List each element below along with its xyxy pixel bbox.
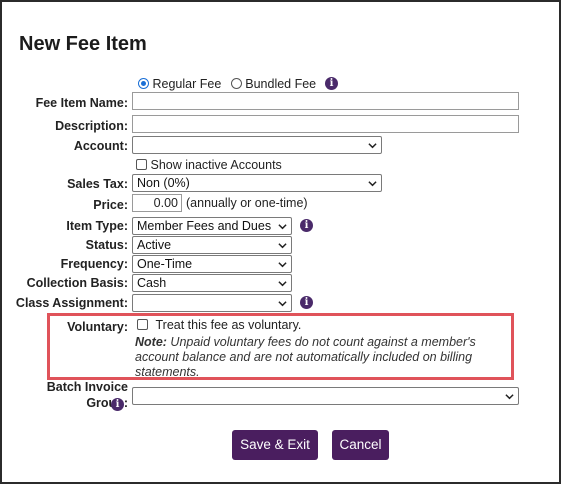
frequency-select[interactable]: One-Time (132, 255, 292, 273)
batch-invoice-group-select[interactable] (132, 387, 519, 405)
batch-invoice-label-line1: Batch Invoice (46, 380, 128, 394)
account-label: Account: (73, 139, 128, 153)
class-assignment-label: Class Assignment: (15, 296, 128, 310)
description-input[interactable] (132, 115, 519, 133)
price-input[interactable]: 0.00 (132, 194, 182, 212)
frequency-select-value: One-Time (137, 257, 193, 271)
save-exit-button[interactable]: Save & Exit (232, 430, 318, 460)
status-label: Status: (85, 238, 128, 252)
chevron-down-icon (278, 224, 287, 230)
chevron-down-icon (278, 281, 287, 287)
price-hint: (annually or one-time) (186, 196, 308, 210)
fee-item-name-input[interactable] (132, 92, 519, 110)
account-select[interactable] (132, 136, 382, 154)
page-title: New Fee Item (19, 33, 147, 55)
description-label: Description: (55, 119, 128, 133)
status-select-value: Active (137, 238, 172, 252)
item-type-select-value: Member Fees and Dues (137, 219, 272, 233)
chevron-down-icon (278, 262, 287, 268)
chevron-down-icon (368, 181, 377, 187)
info-icon[interactable]: i (325, 77, 338, 90)
highlight-box (47, 313, 514, 380)
price-label: Price: (93, 198, 128, 212)
info-icon[interactable]: i (111, 398, 124, 411)
class-assignment-select[interactable] (132, 294, 292, 312)
bundled-fee-label[interactable]: Bundled Fee (245, 77, 316, 91)
sales-tax-select[interactable]: Non (0%) (132, 174, 382, 192)
item-type-label: Item Type: (66, 219, 128, 233)
fee-type-group: Regular Fee Bundled Fee (138, 77, 316, 91)
sales-tax-select-value: Non (0%) (137, 176, 190, 190)
chevron-down-icon (278, 243, 287, 249)
show-inactive-label[interactable]: Show inactive Accounts (150, 158, 281, 172)
show-inactive-checkbox[interactable] (136, 159, 147, 170)
cancel-button[interactable]: Cancel (332, 430, 389, 460)
collection-basis-label: Collection Basis: (26, 276, 128, 290)
item-type-select[interactable]: Member Fees and Dues (132, 217, 292, 235)
regular-fee-radio[interactable] (138, 78, 149, 89)
regular-fee-label[interactable]: Regular Fee (152, 77, 221, 91)
collection-basis-select-value: Cash (137, 276, 167, 290)
frequency-label: Frequency: (60, 257, 128, 271)
show-inactive-row: Show inactive Accounts (136, 158, 282, 172)
chevron-down-icon (368, 143, 377, 149)
sales-tax-label: Sales Tax: (67, 177, 128, 191)
info-icon[interactable]: i (300, 296, 313, 309)
dialog-frame: New Fee Item Regular Fee Bundled Fee i F… (0, 0, 561, 484)
status-select[interactable]: Active (132, 236, 292, 254)
collection-basis-select[interactable]: Cash (132, 274, 292, 292)
chevron-down-icon (505, 394, 514, 400)
bundled-fee-radio[interactable] (230, 78, 242, 89)
chevron-down-icon (278, 301, 287, 307)
fee-item-name-label: Fee Item Name: (35, 96, 128, 110)
info-icon[interactable]: i (300, 219, 313, 232)
